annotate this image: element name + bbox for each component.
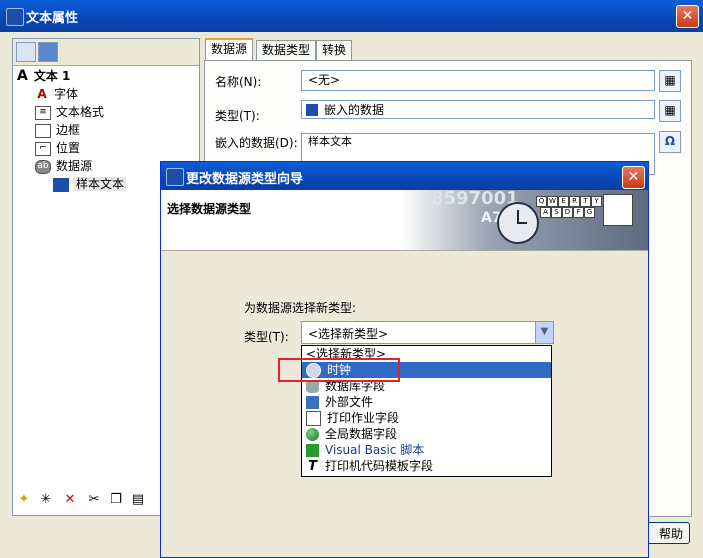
combo-value: <选择新类型>	[308, 327, 389, 341]
barcode-icon	[306, 104, 318, 116]
wizard-close-button[interactable]: ✕	[622, 166, 645, 189]
new-icon[interactable]: ✦	[16, 492, 32, 508]
type-label: 类型(T):	[215, 109, 260, 123]
option-print-job-field[interactable]: 打印作业字段	[302, 410, 551, 426]
document-icon	[603, 194, 633, 226]
wizard-title: 更改数据源类型向导	[186, 172, 304, 187]
cut-icon[interactable]: ✂	[86, 492, 102, 508]
chevron-down-icon[interactable]: ▼	[535, 322, 553, 343]
option-printer-code-template-field[interactable]: T 打印机代码模板字段	[302, 458, 551, 474]
wizard-type-label: 类型(T):	[244, 330, 289, 344]
globe-icon	[306, 428, 319, 441]
position-icon: ⌐	[35, 141, 51, 156]
delete-icon[interactable]: ✕	[62, 492, 78, 508]
name-label: 名称(N):	[215, 75, 262, 89]
clock-icon	[497, 202, 539, 244]
tab-data-source[interactable]: 数据源	[205, 38, 254, 61]
script-icon	[306, 444, 319, 457]
text-icon: A	[17, 68, 28, 84]
name-field[interactable]: <无>	[301, 70, 655, 91]
tab-data-type[interactable]: 数据类型	[256, 40, 317, 61]
type-combobox[interactable]: <选择新类型> ▼	[301, 321, 554, 344]
wizard-banner: 8597001 A7-118 Q W E R T Y A S D F G	[401, 190, 648, 250]
tree-item-font[interactable]: A 字体	[17, 85, 195, 103]
text-format-icon: ≡	[35, 105, 51, 120]
keyboard-icon: Q W E R T Y A S D F G	[536, 196, 602, 232]
omega-icon[interactable]: Ω	[659, 131, 681, 153]
tree-item-text-format[interactable]: ≡ 文本格式	[17, 103, 195, 121]
wizard-prompt: 为数据源选择新类型:	[244, 301, 357, 315]
option-visual-basic-script[interactable]: Visual Basic 脚本	[302, 442, 551, 458]
tree-toolbar	[13, 39, 199, 66]
title-bar: 文本属性 ✕	[0, 0, 703, 32]
name-edit-icon[interactable]: ▦	[659, 70, 681, 92]
tree-view-icon[interactable]	[16, 42, 36, 62]
tab-convert[interactable]: 转换	[316, 40, 353, 61]
app-icon	[6, 8, 24, 26]
wizard-header: 选择数据源类型 8597001 A7-118 Q W E R T Y A S D…	[161, 190, 648, 251]
layers-icon[interactable]	[38, 42, 58, 62]
paste-icon[interactable]: ▤	[130, 492, 146, 508]
highlight-box	[278, 358, 400, 382]
template-icon: T	[308, 459, 317, 474]
copy-icon[interactable]: ❐	[108, 492, 124, 508]
font-icon: A	[35, 88, 49, 101]
wizard-title-bar: 更改数据源类型向导 ✕	[161, 162, 648, 190]
wizard-header-title: 选择数据源类型	[167, 202, 252, 216]
embedded-data-label: 嵌入的数据(D):	[215, 136, 298, 150]
window-title: 文本属性	[26, 11, 79, 26]
wand-icon[interactable]: ✳	[38, 492, 54, 508]
tree-root[interactable]: A 文本 1	[17, 67, 195, 85]
change-data-source-wizard: 更改数据源类型向导 ✕ 选择数据源类型 8597001 A7-118 Q W E…	[160, 161, 649, 558]
option-global-data-field[interactable]: 全局数据字段	[302, 426, 551, 442]
tree-item-position[interactable]: ⌐ 位置	[17, 139, 195, 157]
tree-item-border[interactable]: 边框	[17, 121, 195, 139]
barcode-icon	[53, 177, 69, 192]
type-edit-icon[interactable]: ▦	[659, 100, 681, 122]
type-field[interactable]: 嵌入的数据	[301, 100, 655, 119]
close-button[interactable]: ✕	[676, 5, 699, 28]
floppy-disk-icon	[306, 396, 319, 409]
option-external-file[interactable]: 外部文件	[302, 394, 551, 410]
data-source-icon: ab	[35, 159, 51, 174]
wizard-app-icon	[166, 168, 184, 186]
print-job-icon	[306, 411, 321, 426]
border-icon	[35, 123, 51, 138]
